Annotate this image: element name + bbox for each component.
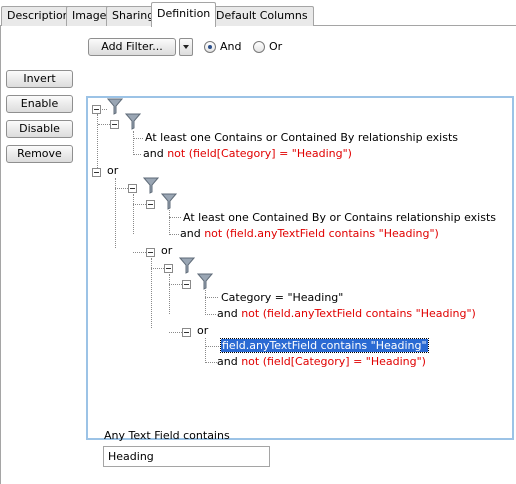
filter-condition-relationship[interactable]: At least one Contains or Contained By re… [145,131,458,145]
not-condition-text: not (field.anyTextField contains "Headin… [204,227,439,240]
filter-condition-not-category[interactable]: and not (field[Category] = "Heading") [217,355,426,369]
add-filter-dropdown-button[interactable] [179,38,193,56]
tab-bar: Description Image Sharing Definition Def… [0,0,516,27]
tab-label: Definition [157,7,211,20]
tab-label: Image [72,9,107,22]
tab-default-columns[interactable]: Default Columns [210,6,314,26]
tree-line [205,362,217,363]
condition-text: field.anyTextField contains "Heading" [220,338,429,353]
tree-line [169,217,181,218]
and-text: and [143,147,168,160]
and-text: and [180,227,205,240]
enable-button[interactable]: Enable [6,95,73,113]
tree-line [205,346,219,347]
detail-value-input[interactable]: Heading [103,446,270,467]
condition-text: Category = "Heading" [221,291,344,304]
or-text: or [197,324,209,337]
tab-label: Description [7,9,70,22]
not-condition-text: not (field[Category] = "Heading") [241,355,426,368]
collapse-icon[interactable] [182,280,191,289]
tree-line [102,109,107,110]
add-filter-label: Add Filter... [101,40,163,53]
tree-line [133,131,134,155]
tree-line [169,284,182,285]
radio-and-label: And [220,40,242,53]
radio-and[interactable] [204,41,216,53]
collapse-icon[interactable] [182,328,191,337]
or-text: or [107,164,119,177]
tree-line [169,210,170,235]
tree-line [205,314,216,315]
tree-line [115,188,128,189]
filter-condition-not-anytext[interactable]: and not (field.anyTextField contains "He… [180,227,439,241]
filter-condition-category[interactable]: Category = "Heading" [221,291,343,305]
tree-line [205,338,206,363]
condition-text: At least one Contains or Contained By re… [145,131,458,144]
filter-funnel-icon [197,273,213,290]
filter-condition-not-anytext[interactable]: and not (field.anyTextField contains "He… [217,307,476,321]
radio-or-label: Or [269,40,283,53]
tree-line [133,194,134,234]
tree-line [205,297,218,298]
add-filter-button[interactable]: Add Filter... [88,38,176,56]
filter-funnel-icon [125,113,141,130]
condition-text: At least one Contained By or Contains re… [183,211,496,224]
tree-line [133,204,146,205]
disable-button[interactable]: Disable [6,120,73,138]
tab-definition[interactable]: Definition [151,2,217,27]
or-group-label: or [161,244,172,258]
collapse-icon[interactable] [146,248,155,257]
collapse-icon[interactable] [146,200,155,209]
or-text: or [161,244,173,257]
remove-label: Remove [17,147,62,160]
disable-label: Disable [19,122,60,135]
tree-line [169,234,179,235]
collapse-icon[interactable] [110,120,119,129]
or-group-label: or [107,164,118,178]
tree-line [133,154,141,155]
filter-condition-anytext-selected[interactable]: field.anyTextField contains "Heading" [220,338,429,353]
tree-line [169,332,182,333]
tree-line [97,114,98,168]
definition-panel: Add Filter... And Or Invert Enable Disab… [0,26,516,484]
filter-condition-not-category[interactable]: and not (field[Category] = "Heading") [143,147,352,161]
radio-or[interactable] [253,41,265,53]
tree-line [169,274,170,314]
or-group-label: or [197,324,208,338]
and-text: and [217,307,242,320]
tab-label: Sharing [112,9,155,22]
not-condition-text: not (field.anyTextField contains "Headin… [241,307,476,320]
filter-tree[interactable]: At least one Contains or Contained By re… [86,96,514,440]
tab-description[interactable]: Description [1,6,76,26]
invert-button[interactable]: Invert [6,70,73,88]
collapse-icon[interactable] [92,168,101,177]
enable-label: Enable [20,97,59,110]
collapse-icon[interactable] [164,264,173,273]
not-condition-text: not (field[Category] = "Heading") [167,147,352,160]
tree-line [205,290,206,315]
and-text: and [217,355,242,368]
filter-funnel-icon [161,193,177,210]
filter-funnel-icon [107,98,123,115]
filter-condition-relationship[interactable]: At least one Contained By or Contains re… [183,211,496,225]
tree-line [151,268,164,269]
tree-line [98,124,110,125]
detail-value-text: Heading [108,450,154,463]
chevron-down-icon [183,45,189,49]
remove-button[interactable]: Remove [6,145,73,163]
detail-field-label: Any Text Field contains [104,429,230,442]
collapse-icon[interactable] [92,105,101,114]
filter-funnel-icon [143,177,159,194]
invert-label: Invert [23,72,56,85]
tab-label: Default Columns [216,9,308,22]
tree-line [133,252,146,253]
tree-line [133,138,143,139]
collapse-icon[interactable] [128,184,137,193]
filter-funnel-icon [179,257,195,274]
